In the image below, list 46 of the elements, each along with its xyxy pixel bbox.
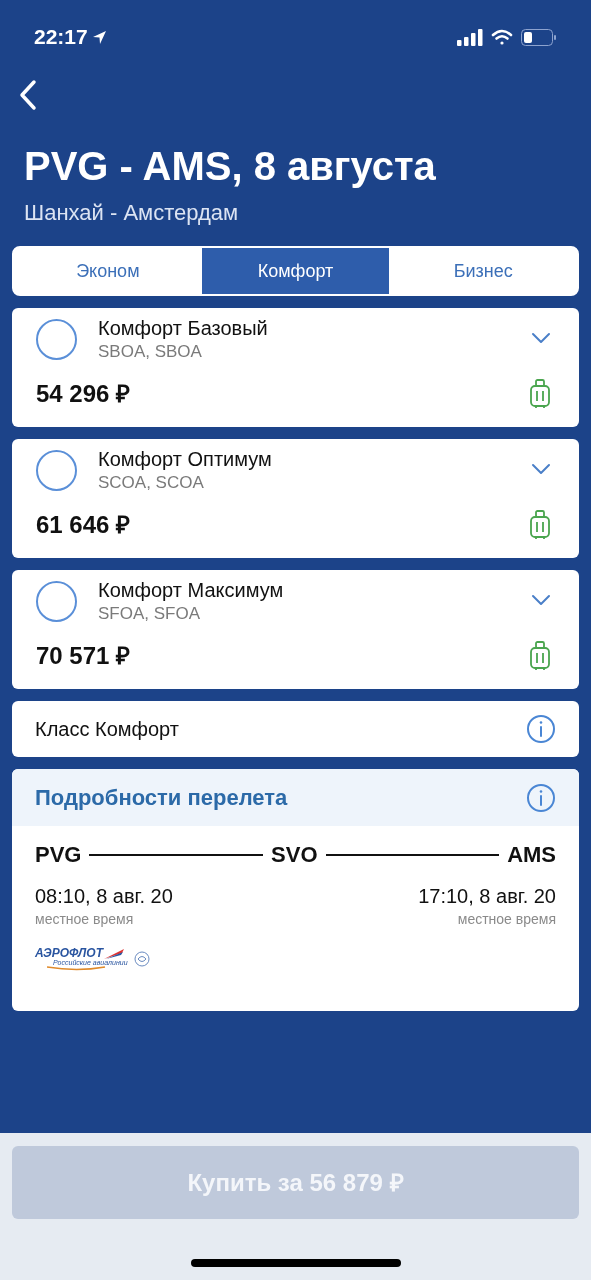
chevron-down-icon[interactable]	[531, 332, 551, 344]
battery-icon	[521, 28, 557, 46]
alliance-logo-icon	[133, 951, 150, 967]
wifi-icon	[491, 28, 513, 46]
airline-name: АЭРОФЛОТ	[35, 947, 103, 959]
fare-card[interactable]: Комфорт Базовый SBOA, SBOA 54 296 ₽	[12, 308, 579, 427]
time-note: местное время	[35, 910, 135, 929]
fare-price: 54 296 ₽	[36, 379, 131, 409]
suitcase-icon	[529, 641, 551, 671]
location-arrow-icon	[91, 29, 107, 45]
fare-name: Комфорт Оптимум	[98, 447, 272, 471]
class-info-card[interactable]: Класс Комфорт	[12, 701, 579, 757]
suitcase-icon	[529, 379, 551, 409]
chevron-down-icon[interactable]	[531, 463, 551, 475]
back-icon[interactable]	[18, 79, 38, 111]
radio-button[interactable]	[36, 450, 77, 491]
airport-code: SVO	[271, 841, 318, 869]
fare-name: Комфорт Максимум	[98, 578, 284, 602]
class-tab[interactable]: Комфорт	[201, 248, 390, 294]
class-label: Класс Комфорт	[35, 717, 179, 742]
info-icon[interactable]	[526, 714, 556, 744]
info-icon[interactable]	[526, 782, 556, 813]
departure-time: 08:10, 8 авг. 20	[35, 884, 173, 909]
arrival-time: 17:10, 8 авг. 20	[418, 884, 556, 909]
clock-time: 22:17	[34, 24, 88, 51]
fare-card[interactable]: Комфорт Оптимум SCOA, SCOA 61 646 ₽	[12, 439, 579, 558]
swoosh-icon	[47, 966, 107, 971]
fare-price: 70 571 ₽	[36, 641, 131, 671]
flag-wing-icon	[104, 949, 124, 959]
fare-card[interactable]: Комфорт Максимум SFOA, SFOA 70 571 ₽	[12, 570, 579, 689]
airport-code: PVG	[35, 841, 82, 869]
fare-name: Комфорт Базовый	[98, 316, 268, 340]
radio-button[interactable]	[36, 319, 77, 360]
section-title: Подробности перелета	[35, 784, 288, 812]
route-subtitle: Шанхай - Амстердам	[24, 199, 240, 227]
fare-codes: SFOA, SFOA	[98, 603, 202, 625]
signal-icon	[457, 28, 483, 46]
airport-code: AMS	[507, 841, 556, 869]
fare-codes: SBOA, SBOA	[98, 341, 203, 363]
fare-codes: SCOA, SCOA	[98, 472, 205, 494]
suitcase-icon	[529, 510, 551, 540]
fare-price: 61 646 ₽	[36, 510, 131, 540]
time-note: местное время	[457, 910, 556, 929]
radio-button[interactable]	[36, 581, 77, 622]
chevron-down-icon[interactable]	[531, 594, 551, 606]
page-title: PVG - AMS, 8 августа	[24, 143, 437, 190]
